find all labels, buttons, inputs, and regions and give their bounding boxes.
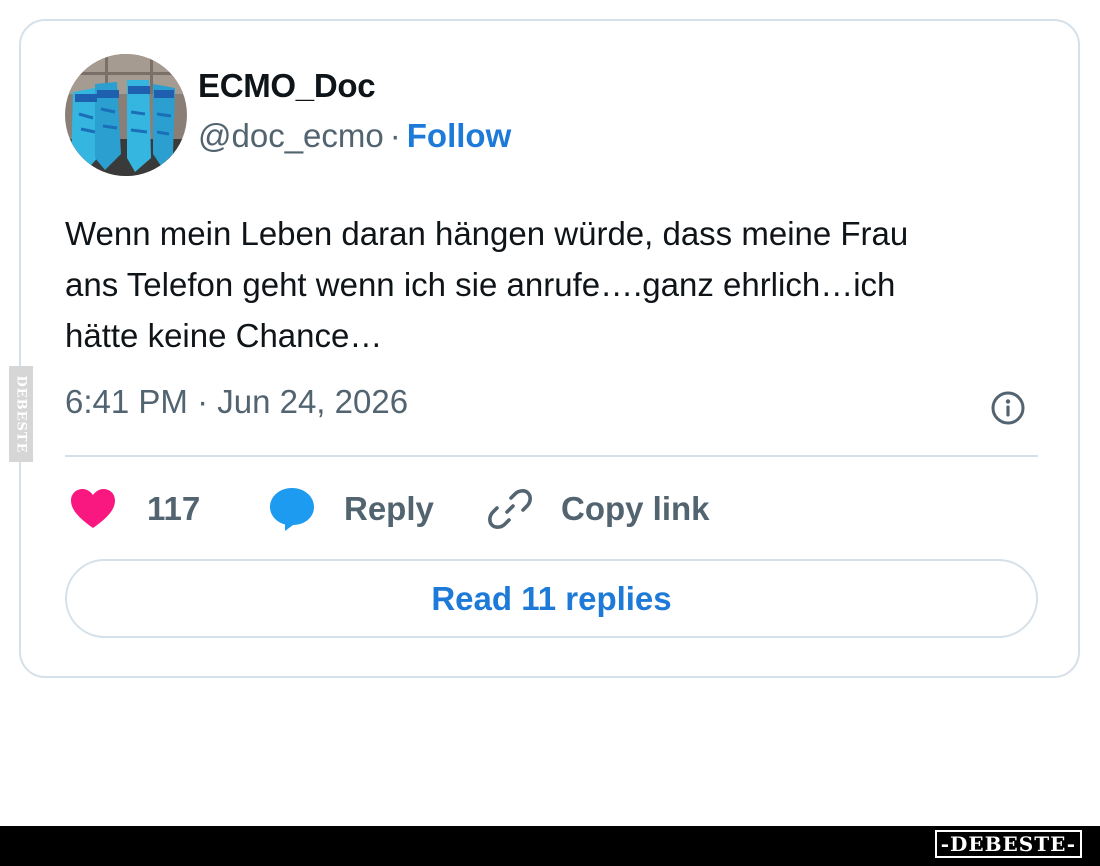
side-watermark: DEBESTE — [9, 366, 33, 462]
read-replies-button[interactable]: Read 11 replies — [65, 559, 1038, 638]
watermark-logo: -DEBESTE- — [934, 830, 1082, 858]
tweet-text: Wenn mein Leben daran hängen würde, dass… — [65, 215, 909, 354]
link-icon — [488, 489, 532, 529]
reply-label: Reply — [344, 490, 434, 527]
divider — [65, 455, 1038, 457]
tweet-card: ECMO_Doc @doc_ecmo · Follow Wenn mein Lebe… — [19, 19, 1080, 678]
reply-bubble-icon — [270, 488, 314, 531]
copy-link-button[interactable]: Copy link — [487, 487, 710, 531]
author-handle[interactable]: @doc_ecmo — [198, 117, 384, 154]
follow-button[interactable]: Follow — [407, 117, 511, 154]
side-watermark-text: DEBESTE — [13, 374, 29, 454]
avatar[interactable] — [65, 54, 187, 176]
like-button[interactable]: 117 — [69, 487, 200, 531]
bottom-bar: -DEBESTE- — [0, 826, 1100, 866]
like-count: 117 — [147, 490, 201, 527]
watermark-logo-text: -DEBESTE- — [940, 832, 1076, 856]
timestamp[interactable]: 6:41 PM · Jun 24, 2026 — [65, 383, 408, 421]
info-icon[interactable] — [989, 389, 1027, 427]
author-name[interactable]: ECMO_Doc — [198, 67, 376, 105]
handle-row: @doc_ecmo · Follow — [198, 117, 511, 155]
action-bar: 117 Reply Copy link — [65, 487, 1038, 531]
avatar-photo — [65, 54, 187, 176]
copy-link-label: Copy link — [561, 490, 710, 527]
heart-icon — [71, 489, 115, 528]
reply-button[interactable]: Reply — [268, 487, 434, 531]
read-replies-label: Read 11 replies — [431, 579, 672, 617]
separator-dot: · — [389, 117, 401, 154]
